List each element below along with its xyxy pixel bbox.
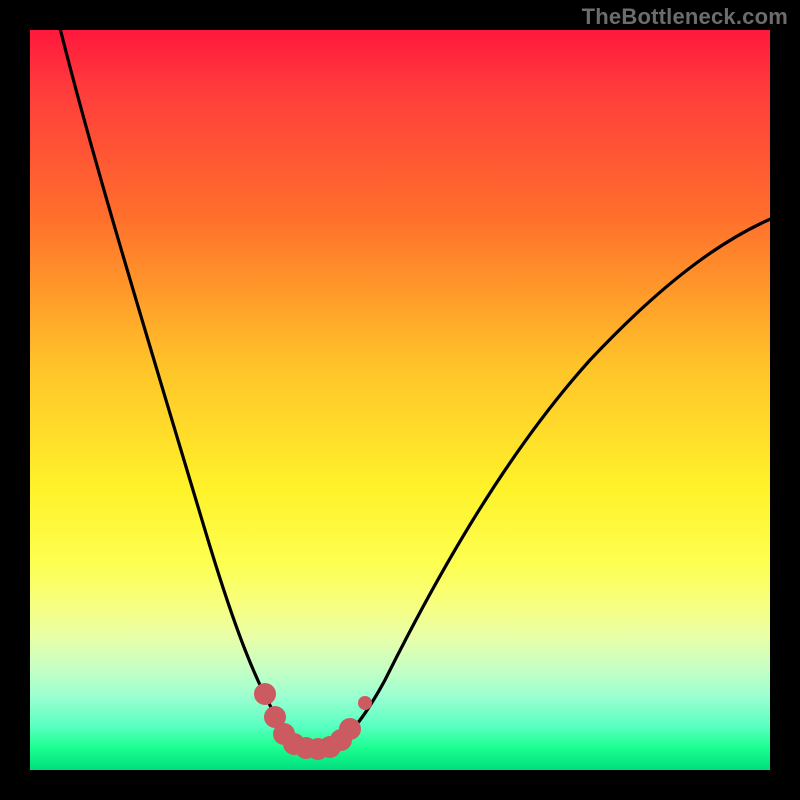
watermark-text: TheBottleneck.com bbox=[582, 4, 788, 30]
bottleneck-curve bbox=[30, 30, 770, 770]
chart-plot-area bbox=[30, 30, 770, 770]
optimal-marker bbox=[254, 683, 276, 705]
optimal-marker bbox=[339, 718, 361, 740]
curve-path bbox=[58, 30, 770, 747]
optimal-marker bbox=[358, 696, 372, 710]
